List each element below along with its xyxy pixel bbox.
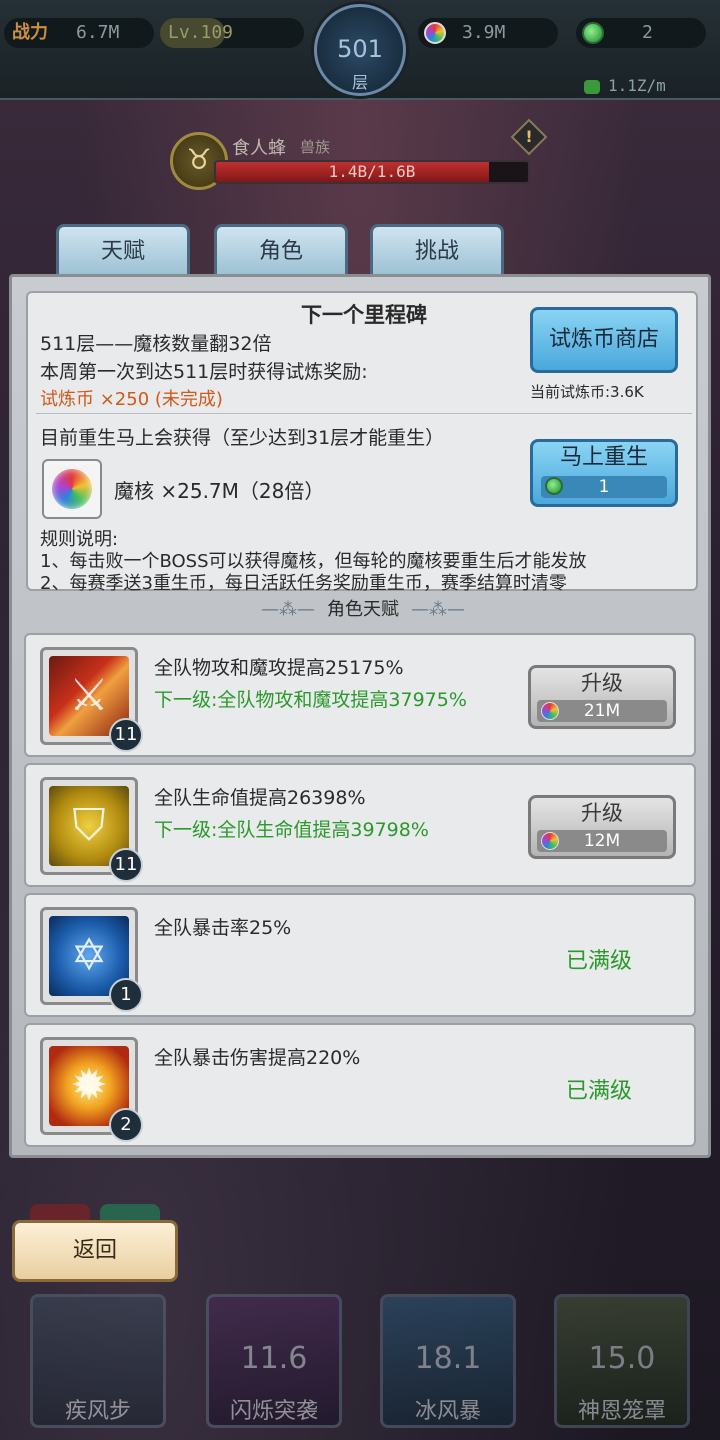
top-status-bar: 战力 6.7M Lv.109 501 层 3.9M 2 1.1Z/m: [0, 0, 720, 100]
floor-badge: 501 层: [314, 4, 406, 96]
upgrade-button-label: 升级: [581, 671, 623, 695]
upgrade-cost-value: 12M: [583, 831, 621, 851]
rebirth-button[interactable]: 马上重生 1: [530, 439, 678, 507]
skill-cooldown: 18.1: [414, 1341, 482, 1376]
tab-challenge[interactable]: 挑战: [370, 224, 504, 276]
skill-slot[interactable]: 15.0 神恩笼罩: [554, 1294, 690, 1428]
boss-hp-text: 1.4B/1.6B: [328, 162, 416, 181]
core-orb-icon: [424, 22, 446, 44]
floor-unit: 层: [351, 73, 368, 92]
rate-value: 1.1Z/m: [608, 76, 666, 95]
upgrade-button-label: 升级: [581, 801, 623, 825]
section-title-text: 角色天赋: [327, 599, 399, 620]
bull-head-icon: ♉: [186, 143, 212, 176]
level-badge: 2: [109, 1108, 143, 1142]
talent-card: ⛉ 11 全队生命值提高26398% 下一级:全队生命值提高39798% 升级 …: [24, 763, 696, 887]
talent-name: 全队物攻和魔攻提高25175%: [154, 657, 404, 679]
upgrade-cost: 21M: [537, 700, 667, 722]
maxed-label: 已满级: [566, 1079, 633, 1104]
divider: [36, 413, 692, 414]
skill-cooldown: 11.6: [240, 1341, 308, 1376]
rebirth-description: 目前重生马上会获得（至少达到31层才能重生）: [40, 427, 445, 449]
core-orb-icon: [541, 832, 559, 850]
section-title: —⁂— 角色天赋 —⁂—: [12, 595, 714, 621]
ornament-left-icon: —⁂—: [261, 599, 315, 620]
rebirth-cost-value: 1: [598, 477, 610, 497]
power-label: 战力: [12, 22, 48, 43]
maxed-label: 已满级: [566, 949, 633, 974]
skill-slot[interactable]: 11.6 闪烁突袭: [206, 1294, 342, 1428]
talent-name: 全队暴击伤害提高220%: [154, 1047, 361, 1069]
core-orb-icon: [52, 469, 92, 509]
talent-icon-frame[interactable]: ✹ 2: [40, 1037, 143, 1142]
talent-panel: 下一个里程碑 511层——魔核数量翻32倍 本周第一次到达511层时获得试炼奖励…: [9, 274, 711, 1158]
rule-2: 2、每赛季送3重生币，每日活跃任务奖励重生币，赛季结算时清零: [40, 573, 567, 594]
skill-name: 闪烁突袭: [229, 1399, 318, 1424]
talent-icon-frame[interactable]: ⚔ 11: [40, 647, 143, 752]
core-stat[interactable]: 3.9M: [418, 18, 558, 48]
skill-slot[interactable]: 18.1 冰风暴: [380, 1294, 516, 1428]
talent-next-level: 下一级:全队物攻和魔攻提高37975%: [154, 689, 467, 711]
talent-card: ✹ 2 全队暴击伤害提高220% 已满级: [24, 1023, 696, 1147]
power-stat: 战力 6.7M: [4, 18, 154, 48]
rebirth-cost: 1: [541, 476, 667, 498]
core-value: 3.9M: [462, 22, 506, 43]
talent-name: 全队暴击率25%: [154, 917, 292, 939]
upgrade-button[interactable]: 升级 21M: [528, 665, 676, 729]
core-reward-text: 魔核 ×25.7M（28倍）: [114, 479, 325, 503]
level-badge: 1: [109, 978, 143, 1012]
heart-icon: [584, 79, 600, 94]
skill-cooldown: 15.0: [588, 1341, 656, 1376]
talent-name: 全队生命值提高26398%: [154, 787, 366, 809]
gem-stat[interactable]: 2: [576, 18, 706, 48]
level-text: Lv.109: [168, 22, 234, 43]
talent-icon-frame[interactable]: ⛉ 11: [40, 777, 143, 882]
milestone-box: 下一个里程碑 511层——魔核数量翻32倍 本周第一次到达511层时获得试炼奖励…: [26, 291, 698, 594]
skill-name: 疾风步: [64, 1399, 131, 1424]
core-reward-frame: [42, 459, 102, 519]
skill-name: 冰风暴: [414, 1399, 481, 1424]
talent-icon-frame[interactable]: ✡ 1: [40, 907, 143, 1012]
boss-race: 兽族: [300, 138, 331, 156]
rebirth-button-label: 马上重生: [559, 445, 648, 470]
talent-card: ⚔ 11 全队物攻和魔攻提高25175% 下一级:全队物攻和魔攻提高37975%…: [24, 633, 696, 757]
tab-talent[interactable]: 天赋: [56, 224, 190, 276]
income-rate: 1.1Z/m: [584, 76, 666, 95]
current-trial-coins: 当前试炼币:3.6K: [530, 383, 644, 401]
milestone-reward: 试炼币 ×250 (未完成): [40, 389, 223, 410]
gem-icon: [545, 477, 563, 495]
upgrade-cost-value: 21M: [583, 701, 621, 721]
level-stat: Lv.109: [160, 18, 304, 48]
level-badge: 11: [109, 718, 143, 752]
skill-slot[interactable]: 疾风步: [30, 1294, 166, 1428]
gem-value: 2: [642, 22, 653, 43]
boss-name: 食人蜂: [232, 138, 286, 159]
milestone-line2: 本周第一次到达511层时获得试炼奖励:: [40, 361, 368, 383]
upgrade-button[interactable]: 升级 12M: [528, 795, 676, 859]
talent-card: ✡ 1 全队暴击率25% 已满级: [24, 893, 696, 1017]
floor-number: 501: [337, 35, 383, 63]
gem-icon: [582, 22, 604, 44]
ornament-right-icon: —⁂—: [411, 599, 465, 620]
boss-hp-bar: 1.4B/1.6B: [214, 160, 530, 184]
milestone-line1: 511层——魔核数量翻32倍: [40, 333, 272, 355]
upgrade-cost: 12M: [537, 830, 667, 852]
trial-shop-button[interactable]: 试炼币商店: [530, 307, 678, 373]
tab-role[interactable]: 角色: [214, 224, 348, 276]
level-badge: 11: [109, 848, 143, 882]
core-orb-icon: [541, 702, 559, 720]
power-value: 6.7M: [76, 22, 120, 43]
skill-name: 神恩笼罩: [577, 1399, 666, 1424]
back-button[interactable]: 返回: [12, 1220, 178, 1282]
talent-next-level: 下一级:全队生命值提高39798%: [154, 819, 429, 841]
